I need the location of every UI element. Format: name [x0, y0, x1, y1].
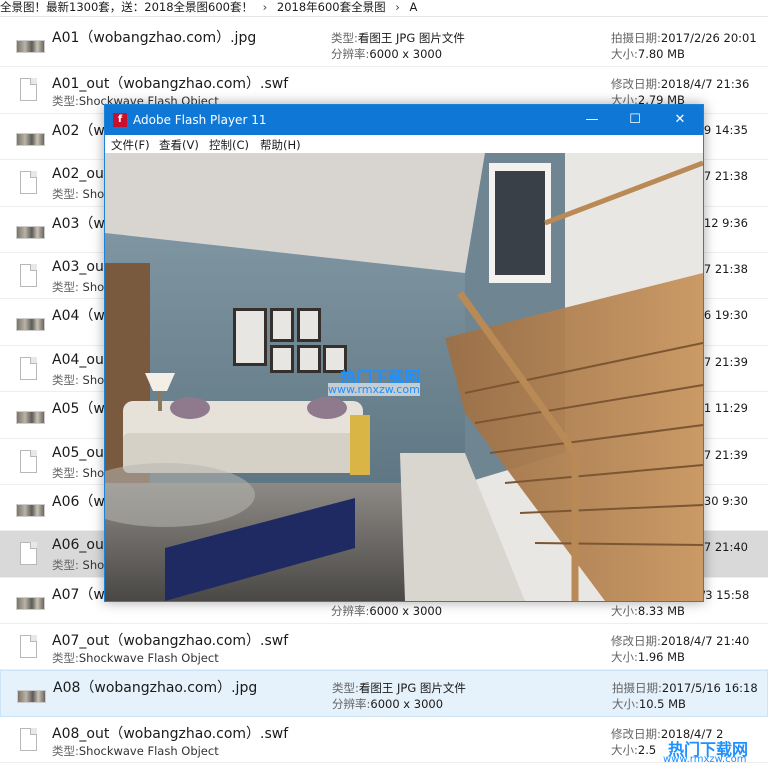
file-name[interactable]: A02_out — [52, 166, 109, 182]
file-resolution: 分辨率:6000 x 3000 — [332, 697, 444, 712]
file-name[interactable]: A08_out（wobangzhao.com）.swf — [52, 723, 288, 743]
image-thumbnail-icon — [16, 318, 45, 332]
file-name[interactable]: A05_out — [52, 445, 109, 461]
menu-control[interactable]: 控制(C) — [209, 137, 249, 153]
file-date: /12 9:36 — [700, 215, 748, 230]
breadcrumb-item-folder[interactable]: 2018年600套全景图 — [277, 0, 386, 14]
file-name[interactable]: A03（w — [52, 213, 105, 233]
file-resolution: 分辨率:6000 x 3000 — [331, 47, 443, 61]
file-name[interactable]: A04（w — [52, 305, 105, 325]
file-type-truncated: 类型: Shoc — [52, 372, 111, 387]
file-date: 拍摄日期:2017/2/26 20:01 — [611, 31, 757, 45]
file-row[interactable]: A08_out（wobangzhao.com）.swf 类型:Shockwave … — [0, 717, 768, 764]
file-name[interactable]: A01（wobangzhao.com）.jpg — [52, 27, 256, 47]
image-thumbnail-icon — [16, 225, 45, 239]
menu-bar: 文件(F) 查看(V) 控制(C) 帮助(H) — [105, 135, 703, 153]
file-name[interactable]: A01_out（wobangzhao.com）.swf — [52, 73, 288, 93]
breadcrumb-separator: › — [395, 0, 400, 14]
file-row[interactable]: A07_out（wobangzhao.com）.swf 类型:Shockwave … — [0, 624, 768, 671]
file-name[interactable]: A06（w — [52, 491, 105, 511]
file-type-truncated: 类型: Shoc — [52, 465, 111, 480]
file-type: 类型:看图王 JPG 图片文件 — [332, 681, 466, 696]
file-date: /7 21:39 — [700, 447, 748, 462]
file-date: 拍摄日期:2017/5/16 16:18 — [612, 681, 758, 696]
swf-file-icon — [20, 356, 37, 380]
file-date: /7 21:38 — [700, 169, 748, 184]
file-type-truncated: 类型: Shoc — [52, 558, 111, 573]
file-type-truncated: 类型: Shoc — [52, 279, 111, 294]
swf-file-icon — [20, 542, 37, 566]
file-row[interactable]: A08（wobangzhao.com）.jpg 类型:看图王 JPG 图片文件 分辨… — [0, 670, 768, 717]
file-type: 类型:看图王 JPG 图片文件 — [331, 31, 465, 45]
close-button[interactable]: ✕ — [665, 109, 695, 131]
breadcrumb-item-root[interactable]: 全景图！最新1300套，送：2018全景图600套！ — [0, 0, 253, 14]
swf-file-icon — [20, 263, 37, 287]
file-name[interactable]: A08（wobangzhao.com）.jpg — [53, 677, 257, 697]
breadcrumb-separator: › — [262, 0, 268, 14]
image-thumbnail-icon — [16, 596, 45, 610]
file-type: 类型:Shockwave Flash Object — [52, 651, 219, 666]
file-date: /7 21:38 — [700, 261, 748, 276]
image-thumbnail-icon — [16, 503, 45, 517]
maximize-button[interactable]: ☐ — [620, 109, 650, 131]
file-size: 大小:8.33 MB — [611, 603, 685, 618]
file-name[interactable]: A04_out — [52, 352, 109, 368]
file-name[interactable]: A05（w — [52, 398, 105, 418]
menu-file[interactable]: 文件(F) — [111, 137, 150, 153]
minimize-button[interactable]: — — [577, 109, 607, 131]
swf-file-icon — [20, 78, 37, 102]
file-name[interactable]: A03_out — [52, 259, 109, 275]
image-thumbnail-icon — [16, 132, 45, 146]
image-thumbnail-icon — [16, 40, 45, 53]
file-size: 大小:2.5 — [611, 742, 657, 757]
window-title: Adobe Flash Player 11 — [133, 113, 267, 127]
file-type-truncated: 类型: Shoc — [52, 187, 111, 202]
file-date: /30 9:30 — [700, 493, 748, 508]
menu-view[interactable]: 查看(V) — [159, 137, 199, 153]
title-bar[interactable]: f Adobe Flash Player 11 — ☐ ✕ — [105, 105, 703, 135]
watermark-url-corner: www.rmxzw.com — [663, 754, 747, 765]
file-name[interactable]: A02（w — [52, 120, 105, 140]
file-name[interactable]: A06_out — [52, 537, 109, 553]
file-resolution: 分辨率:6000 x 3000 — [331, 603, 443, 618]
file-date: 修改日期:2018/4/7 21:36 — [611, 77, 750, 92]
file-date: /7 21:40 — [700, 540, 748, 555]
file-size: 大小:1.96 MB — [611, 650, 685, 665]
file-row[interactable]: A01（wobangzhao.com）.jpg 类型:看图王 JPG 图片文件 分辨… — [0, 21, 768, 68]
breadcrumb: 全景图！最新1300套，送：2018全景图600套！ › 2018年600套全景… — [0, 0, 768, 17]
breadcrumb-item-current[interactable]: A — [410, 0, 418, 14]
menu-help[interactable]: 帮助(H) — [260, 137, 301, 153]
flash-player-window[interactable]: f Adobe Flash Player 11 — ☐ ✕ 文件(F) 查看(V… — [104, 104, 704, 602]
swf-file-icon — [20, 727, 37, 751]
swf-file-icon — [20, 449, 37, 473]
file-date: 修改日期:2018/4/7 21:40 — [611, 634, 750, 649]
swf-file-icon — [20, 635, 37, 659]
file-type: 类型:Shockwave Flash Object — [52, 743, 219, 758]
file-size: 大小:10.5 MB — [612, 697, 686, 712]
swf-file-icon — [20, 171, 37, 195]
image-thumbnail-icon — [16, 411, 45, 425]
file-name[interactable]: A07_out（wobangzhao.com）.swf — [52, 630, 288, 650]
watermark-url: www.rmxzw.com — [328, 383, 420, 396]
image-thumbnail-icon — [17, 690, 46, 704]
file-date: /7 21:39 — [700, 354, 748, 369]
flash-app-icon: f — [113, 113, 127, 127]
file-size: 大小:7.80 MB — [611, 47, 685, 61]
